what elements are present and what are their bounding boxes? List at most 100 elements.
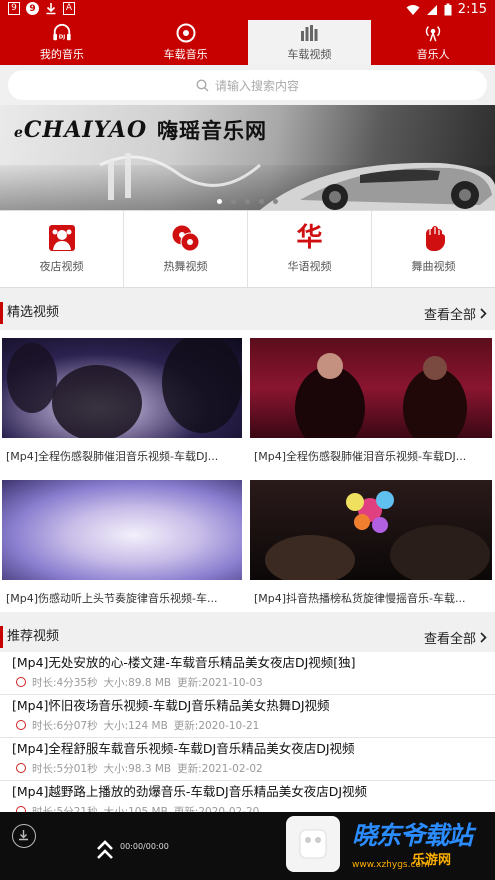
view-all-link[interactable]: 查看全部 — [424, 304, 495, 323]
search-area: 请输入搜索内容 — [0, 65, 495, 105]
category-chinese[interactable]: 华 华语视频 — [248, 211, 372, 287]
category-dance[interactable]: 热舞视频 — [124, 211, 248, 287]
watermark: 晓东爷载站 乐游网 www.xzhygs.com — [352, 816, 490, 876]
featured-section-header: 精选视频 查看全部 — [0, 298, 495, 328]
category-label: 热舞视频 — [163, 260, 208, 273]
video-card[interactable]: [Mp4]全程伤感裂肺催泪音乐视频-车载DJ... — [248, 332, 493, 469]
dance-disc-icon — [172, 225, 199, 252]
notification-9b-icon: 9 — [26, 2, 39, 15]
tab-label: 车载视频 — [287, 48, 332, 61]
earbuds-icon — [299, 829, 327, 859]
expand-player-button[interactable] — [95, 838, 115, 866]
video-thumbnail — [250, 480, 492, 580]
chart-bars-icon — [299, 23, 319, 43]
video-caption: [Mp4]全程伤感裂肺催泪音乐视频-车载DJ... — [254, 450, 467, 463]
category-label: 华语视频 — [287, 260, 332, 273]
clock-icon — [16, 720, 26, 730]
signal-icon — [426, 4, 437, 15]
video-size: 大小:89.8 MB — [103, 676, 172, 689]
video-thumbnail — [250, 338, 492, 438]
top-tab-bar: DJ 我的音乐 车载音乐 车载视频 音乐人 — [0, 20, 495, 65]
video-caption: [Mp4]抖音热播榜私货旋律慢摇音乐-车载... — [254, 592, 466, 605]
view-all-label: 查看全部 — [423, 307, 476, 323]
double-chevron-up-icon — [97, 840, 113, 859]
svg-text:DJ: DJ — [59, 34, 66, 40]
carousel-dot[interactable] — [259, 199, 264, 204]
list-item[interactable]: [Mp4]越野路上播放的劲爆音乐-车载DJ音乐精品美女夜店DJ视频 时长:5分2… — [0, 781, 495, 812]
video-updated: 更新:2020-02-20 — [173, 805, 260, 813]
video-caption: [Mp4]伤感动听上头节奏旋律音乐视频-车... — [6, 592, 218, 605]
album-cover[interactable] — [286, 816, 340, 872]
category-nightclub[interactable]: 夜店视频 — [0, 211, 124, 287]
carousel-dot[interactable] — [231, 199, 236, 204]
tab-car-music[interactable]: 车载音乐 — [124, 20, 248, 65]
list-item[interactable]: [Mp4]无处安放的心-楼文建-车载音乐精品美女夜店DJ视频[独] 时长:4分3… — [0, 652, 495, 695]
banner-brand-logo: eCHAIYAO — [14, 117, 148, 143]
recommended-section-header: 推荐视频 查看全部 — [0, 622, 495, 652]
fist-icon — [425, 226, 445, 251]
tab-car-video[interactable]: 车载视频 — [247, 20, 372, 65]
download-button[interactable] — [12, 824, 36, 848]
video-thumbnail — [2, 338, 242, 438]
video-updated: 更新:2020-10-21 — [173, 719, 260, 732]
carousel-dot[interactable] — [273, 199, 278, 204]
carousel-dot[interactable] — [217, 199, 222, 204]
video-meta: 时长:6分07秒 大小:124 MB 更新:2020-10-21 — [12, 715, 495, 735]
recommended-video-list: [Mp4]无处安放的心-楼文建-车载音乐精品美女夜店DJ视频[独] 时长:4分3… — [0, 652, 495, 812]
video-size: 大小:105 MB — [103, 805, 168, 813]
video-duration: 时长:5分21秒 — [32, 805, 98, 813]
category-dance-music[interactable]: 舞曲视频 — [372, 211, 495, 287]
clock: 2:15 — [457, 2, 487, 17]
chevron-right-icon — [480, 631, 487, 643]
video-thumbnail — [2, 480, 242, 580]
search-input[interactable]: 请输入搜索内容 — [8, 70, 487, 100]
download-icon — [46, 3, 56, 15]
view-all-label: 查看全部 — [423, 631, 476, 647]
category-label: 舞曲视频 — [411, 260, 456, 273]
search-icon — [196, 78, 209, 91]
disc-icon — [176, 23, 196, 43]
mini-player: 00:00/00:00 晓东爷载站 乐游网 www.xzhygs.com — [0, 812, 495, 880]
search-placeholder: 请输入搜索内容 — [214, 78, 299, 93]
hua-char-icon: 华 — [296, 223, 323, 253]
video-card[interactable]: [Mp4]伤感动听上头节奏旋律音乐视频-车... — [0, 474, 242, 611]
banner-brand-title: 嗨瑶音乐网 — [157, 119, 267, 143]
antenna-icon — [423, 23, 443, 43]
nightclub-icon — [48, 225, 75, 251]
video-updated: 更新:2021-10-03 — [177, 676, 263, 689]
video-title: [Mp4]怀旧夜场音乐视频-车载DJ音乐精品美女热舞DJ视频 — [12, 698, 330, 713]
video-size: 大小:124 MB — [103, 719, 168, 732]
video-card[interactable]: [Mp4]抖音热播榜私货旋律慢摇音乐-车载... — [248, 474, 493, 611]
banner-carousel[interactable]: eCHAIYAO 嗨瑶音乐网 — [0, 105, 495, 210]
video-caption: [Mp4]全程伤感裂肺催泪音乐视频-车载DJ... — [6, 450, 219, 463]
watermark-brand: 晓东爷载站 — [352, 821, 473, 850]
video-meta: 时长:4分35秒 大小:89.8 MB 更新:2021-10-03 — [12, 672, 495, 692]
clock-icon — [16, 763, 26, 773]
video-meta: 时长:5分01秒 大小:98.3 MB 更新:2021-02-02 — [12, 758, 495, 778]
watermark-url: www.xzhygs.com — [352, 860, 430, 870]
a-icon: A — [63, 2, 75, 15]
video-updated: 更新:2021-02-02 — [177, 762, 263, 775]
wifi-icon — [406, 4, 420, 15]
tab-label: 音乐人 — [416, 48, 450, 61]
tab-musician[interactable]: 音乐人 — [371, 20, 495, 65]
view-all-link[interactable]: 查看全部 — [424, 628, 495, 647]
notification-9-icon: 9 — [8, 2, 20, 15]
chevron-right-icon — [480, 307, 487, 319]
tab-label: 车载音乐 — [163, 48, 208, 61]
list-item[interactable]: [Mp4]怀旧夜场音乐视频-车载DJ音乐精品美女热舞DJ视频 时长:6分07秒 … — [0, 695, 495, 738]
video-title: [Mp4]全程舒服车载音乐视频-车载DJ音乐精品美女夜店DJ视频 — [12, 741, 355, 756]
player-time: 00:00/00:00 — [120, 842, 169, 851]
featured-video-grid: [Mp4]全程伤感裂肺催泪音乐视频-车载DJ... [Mp4]全程伤感裂肺催泪音… — [0, 330, 495, 612]
section-title: 推荐视频 — [0, 626, 59, 648]
tab-label: 我的音乐 — [39, 48, 84, 61]
carousel-indicator — [0, 199, 495, 204]
tab-my-music[interactable]: DJ 我的音乐 — [0, 20, 124, 65]
category-grid: 夜店视频 热舞视频 华 华语视频 舞曲视频 — [0, 210, 495, 288]
status-bar: 9 9 A 2:15 — [0, 0, 495, 20]
video-card[interactable]: [Mp4]全程伤感裂肺催泪音乐视频-车载DJ... — [0, 332, 242, 469]
video-duration: 时长:4分35秒 — [32, 676, 98, 689]
dj-headphones-icon: DJ — [52, 23, 72, 43]
list-item[interactable]: [Mp4]全程舒服车载音乐视频-车载DJ音乐精品美女夜店DJ视频 时长:5分01… — [0, 738, 495, 781]
carousel-dot[interactable] — [245, 199, 250, 204]
